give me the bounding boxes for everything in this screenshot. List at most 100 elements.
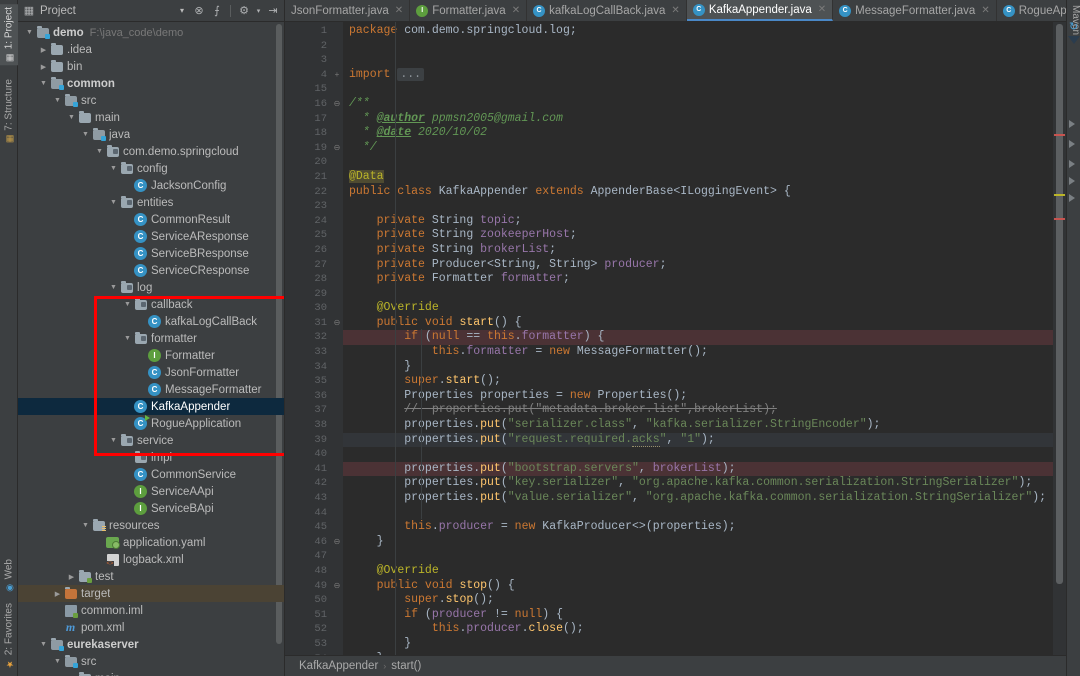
code-line[interactable]: } <box>343 637 1053 652</box>
tree-node--idea[interactable]: ▶ .idea <box>18 41 284 58</box>
chevron-down-icon[interactable]: ▼ <box>108 199 119 206</box>
line-number[interactable]: 50 <box>285 593 331 608</box>
tree-node-jacksonconfig[interactable]: C JacksonConfig <box>18 177 284 194</box>
line-number[interactable]: 52 <box>285 622 331 637</box>
chevron-down-icon[interactable]: ▼ <box>38 641 49 648</box>
chevron-right-icon[interactable]: ▶ <box>38 46 49 54</box>
chevron-down-icon[interactable]: ▼ <box>122 301 133 308</box>
tree-node-servicebapi[interactable]: I ServiceBApi <box>18 500 284 517</box>
code-line[interactable]: @Data <box>343 169 1053 185</box>
code-line[interactable]: * @date 2020/10/02 <box>343 126 1053 141</box>
tree-node-callback[interactable]: ▼ callback <box>18 296 284 313</box>
tree-node-servicecresponse[interactable]: C ServiceCResponse <box>18 262 284 279</box>
chevron-down-icon[interactable]: ▼ <box>108 284 119 291</box>
code-line[interactable] <box>343 199 1053 214</box>
line-number[interactable]: 15 <box>285 82 331 97</box>
line-number[interactable]: 43 <box>285 491 331 506</box>
code-line[interactable]: public void stop() { <box>343 579 1053 594</box>
breadcrumb-member[interactable]: start() <box>391 660 421 672</box>
code-line[interactable]: /** <box>343 97 1053 112</box>
code-line[interactable] <box>343 549 1053 564</box>
line-number[interactable]: 46 <box>285 535 331 550</box>
line-number[interactable]: 19 <box>285 141 331 156</box>
tree-node-src[interactable]: ▼ src <box>18 92 284 109</box>
tree-node-commonservice[interactable]: C CommonService <box>18 466 284 483</box>
chevron-down-icon[interactable]: ▼ <box>52 97 63 104</box>
tree-node-formatter[interactable]: ▼ formatter <box>18 330 284 347</box>
line-number[interactable]: 42 <box>285 476 331 491</box>
editor-fold-column[interactable]: + ⊖ ⊖ ⊖ ⊖ ⊖ ⊖ <box>331 22 343 655</box>
code-fold-toggle[interactable]: ⊖ <box>331 652 343 655</box>
line-number[interactable]: 22 <box>285 185 331 200</box>
chevron-down-icon[interactable]: ▼ <box>80 522 91 529</box>
close-icon[interactable]: ✕ <box>981 5 989 16</box>
close-icon[interactable]: ✕ <box>512 5 520 16</box>
line-number[interactable]: 2 <box>285 39 331 54</box>
settings-dropdown-icon[interactable]: ▾ <box>255 4 262 18</box>
chevron-down-icon[interactable]: ▼ <box>52 658 63 665</box>
code-line[interactable]: properties.put("request.required.acks", … <box>343 432 1053 448</box>
line-number[interactable]: 34 <box>285 360 331 375</box>
code-line[interactable]: import ... <box>343 67 1053 83</box>
tree-node-jsonformatter[interactable]: C JsonFormatter <box>18 364 284 381</box>
expand-collapse-icon[interactable]: ⨍ <box>210 4 224 18</box>
tree-node-servicebresponse[interactable]: C ServiceBResponse <box>18 245 284 262</box>
line-number[interactable]: 37 <box>285 403 331 418</box>
tree-node-com-demo-springcloud[interactable]: ▼ com.demo.springcloud <box>18 143 284 160</box>
editor-tab-jsonformatter[interactable]: JsonFormatter.java ✕ <box>285 0 411 21</box>
line-number[interactable]: 39 <box>285 433 357 448</box>
code-line[interactable] <box>343 506 1053 521</box>
code-editor[interactable]: 1 2 3 4 15 16 17 18 19 20 21 22 23 24 25 26 27 28 29 30 31 32… <box>285 22 1066 655</box>
line-number[interactable]: 28 <box>285 272 331 287</box>
line-number[interactable]: 4 <box>285 68 331 83</box>
line-number[interactable]: 16 <box>285 97 331 112</box>
editor-tab-messageformatter[interactable]: C MessageFormatter.java ✕ <box>833 0 997 21</box>
line-number[interactable]: 3 <box>285 53 331 68</box>
code-line[interactable]: } <box>343 652 1053 655</box>
tree-node-rogueapplication[interactable]: C RogueApplication <box>18 415 284 432</box>
error-stripe-mark[interactable] <box>1054 194 1065 196</box>
code-line[interactable]: public void start() { <box>343 316 1053 331</box>
line-number[interactable]: 21 <box>285 170 331 185</box>
project-view-chevron-down-icon[interactable]: ▾ <box>180 6 188 15</box>
error-stripe-mark[interactable] <box>1054 218 1065 220</box>
chevron-right-icon[interactable]: ▶ <box>66 573 77 581</box>
code-line[interactable]: this.formatter = new MessageFormatter(); <box>343 345 1053 360</box>
chevron-right-icon[interactable]: ▶ <box>38 63 49 71</box>
line-number[interactable]: 38 <box>285 418 331 433</box>
line-number[interactable]: 25 <box>285 228 331 243</box>
tree-node-kafkalogcallback[interactable]: CkafkaLogCallBack <box>18 313 284 330</box>
line-number[interactable]: 36 <box>285 389 331 404</box>
breadcrumb-class[interactable]: KafkaAppender <box>299 660 378 672</box>
line-number[interactable]: 49 <box>285 577 359 594</box>
line-number[interactable]: 51 <box>285 608 331 623</box>
tree-node-config[interactable]: ▼ config <box>18 160 284 177</box>
line-number[interactable]: 53 <box>285 637 331 652</box>
line-number[interactable]: 1 <box>285 24 331 39</box>
code-line[interactable]: public class KafkaAppender extends Appen… <box>343 185 1053 200</box>
close-icon[interactable]: ✕ <box>671 5 679 16</box>
code-line[interactable]: */ <box>343 141 1053 156</box>
code-line[interactable]: if (producer != null) { <box>343 608 1053 623</box>
code-fold-toggle[interactable]: ⊖ <box>331 535 343 550</box>
editor-tab-bar[interactable]: JsonFormatter.java ✕ I Formatter.java ✕ Ckafk… <box>285 0 1066 22</box>
close-icon[interactable]: ✕ <box>818 4 826 15</box>
code-line[interactable]: } <box>343 360 1053 375</box>
tree-node-commonresult[interactable]: C CommonResult <box>18 211 284 228</box>
chevron-down-icon[interactable]: ▼ <box>108 437 119 444</box>
code-fold-toggle[interactable]: ⊖ <box>331 316 343 331</box>
tree-node-main[interactable]: ▶main <box>18 670 284 676</box>
tree-node-messageformatter[interactable]: C MessageFormatter <box>18 381 284 398</box>
code-line[interactable]: @Override <box>343 564 1053 579</box>
breadcrumb[interactable]: KafkaAppender › start() <box>285 655 1066 676</box>
line-number[interactable]: 17 <box>285 112 331 127</box>
tree-node-pom-xml[interactable]: m pom.xml <box>18 619 284 636</box>
code-line[interactable] <box>343 53 1053 68</box>
editor-error-stripe[interactable] <box>1053 22 1066 655</box>
line-number[interactable]: 44 <box>285 506 331 521</box>
tree-node-eurekaserver[interactable]: ▼ eurekaserver <box>18 636 284 653</box>
tree-node-test[interactable]: ▶ test <box>18 568 284 585</box>
code-line[interactable] <box>343 82 1053 97</box>
code-line[interactable]: } <box>343 535 1053 550</box>
tree-node-entities[interactable]: ▼ entities <box>18 194 284 211</box>
